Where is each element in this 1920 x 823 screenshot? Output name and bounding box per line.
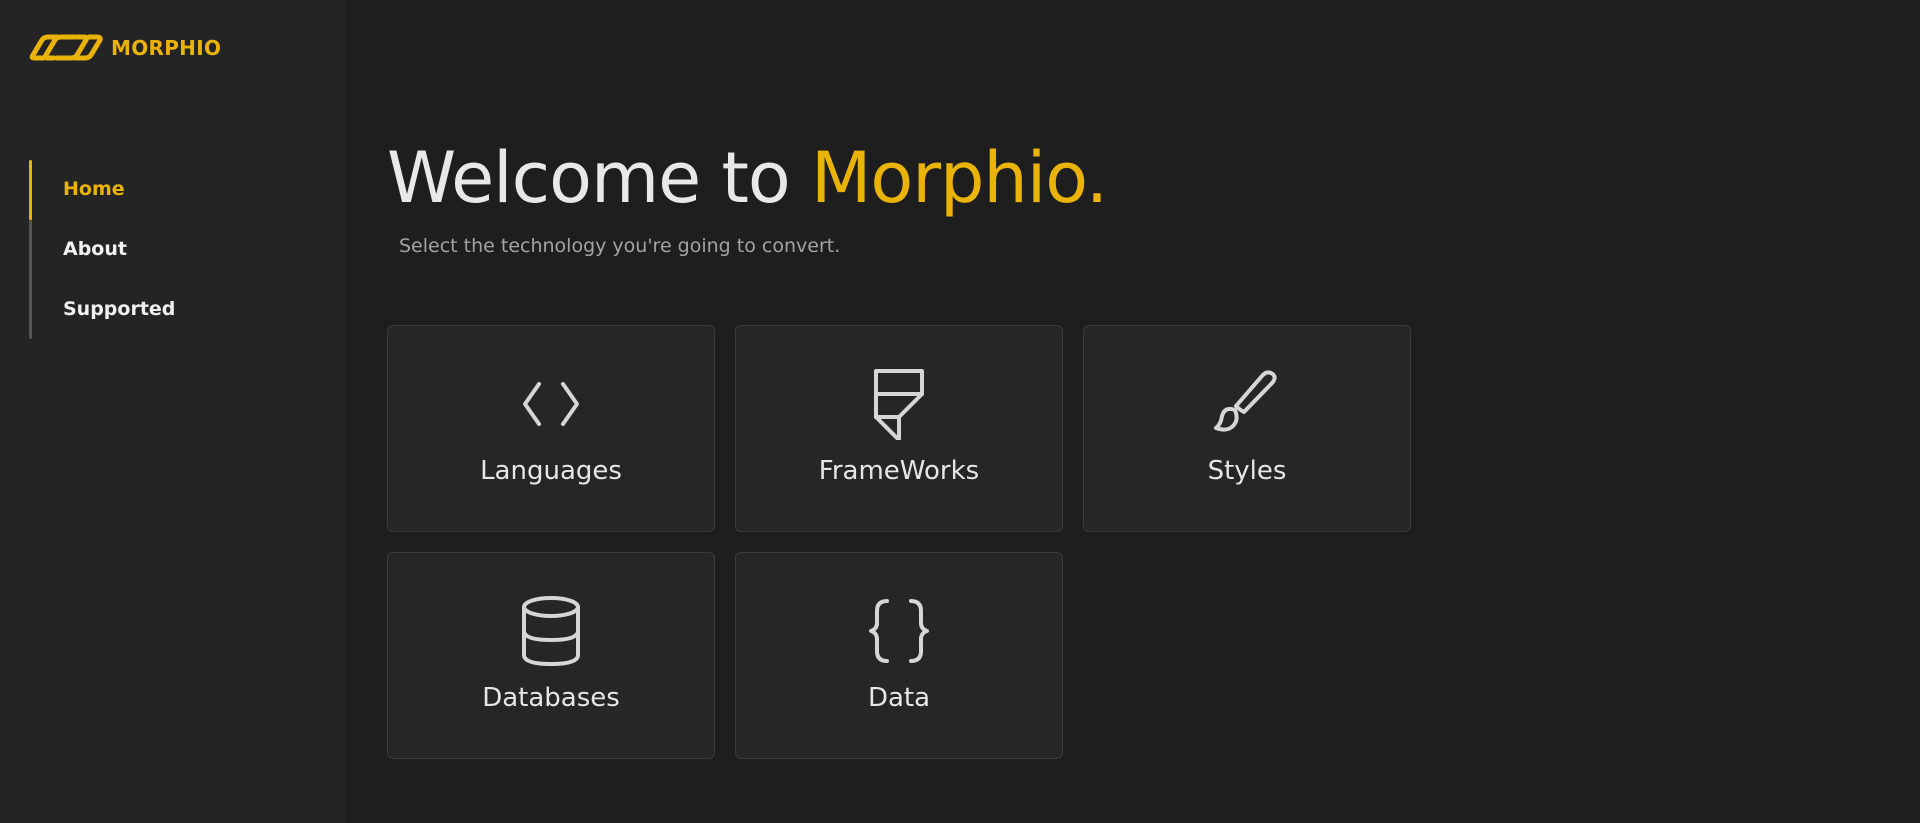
- card-label: Data: [867, 683, 931, 713]
- title-prefix: Welcome to: [387, 137, 811, 219]
- card-label: FrameWorks: [818, 456, 980, 486]
- nav-active-indicator: [29, 160, 32, 220]
- brand-logo[interactable]: MORPHIO: [29, 31, 221, 65]
- card-databases[interactable]: Databases: [387, 552, 715, 759]
- card-styles[interactable]: Styles: [1083, 325, 1411, 532]
- card-label: Languages: [480, 456, 622, 486]
- nav-item-home[interactable]: Home: [63, 174, 125, 204]
- app-root: MORPHIO Home About Supported Welcome to …: [0, 0, 1920, 823]
- card-label: Databases: [482, 683, 620, 713]
- brand-name: MORPHIO: [111, 36, 222, 60]
- card-frameworks[interactable]: FrameWorks: [735, 325, 1063, 532]
- main-content: Welcome to Morphio. Select the technolog…: [345, 0, 1920, 823]
- paint-brush-icon: [1211, 368, 1283, 440]
- page-subtitle: Select the technology you're going to co…: [399, 235, 841, 257]
- sidebar-nav: Home About Supported: [29, 160, 309, 339]
- database-icon: [515, 595, 587, 667]
- card-label: Styles: [1207, 456, 1287, 486]
- nav-item-about[interactable]: About: [63, 234, 127, 264]
- code-brackets-icon: [515, 368, 587, 440]
- sidebar: MORPHIO Home About Supported: [0, 0, 345, 823]
- page-title: Welcome to Morphio.: [387, 136, 1108, 220]
- card-data[interactable]: Data: [735, 552, 1063, 759]
- title-brand: Morphio.: [810, 137, 1108, 219]
- framer-logo-icon: [863, 368, 935, 440]
- infinity-links-icon: [29, 31, 103, 65]
- card-languages[interactable]: Languages: [387, 325, 715, 532]
- nav-item-supported[interactable]: Supported: [63, 294, 175, 324]
- curly-braces-icon: [863, 595, 935, 667]
